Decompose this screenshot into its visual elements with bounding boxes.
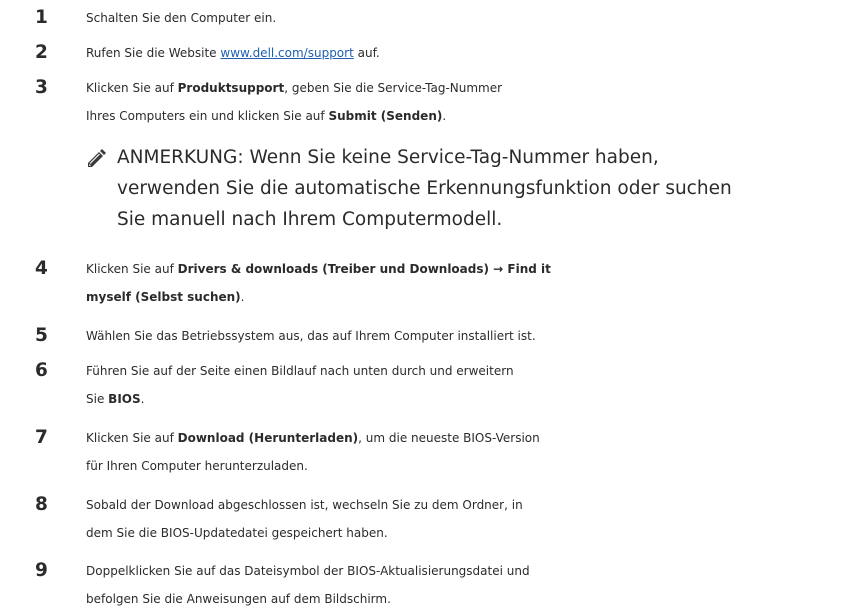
note-text: ANMERKUNG: Wenn Sie keine Service-Tag-Nu… [117, 142, 732, 235]
step-number: 3 [35, 77, 48, 98]
step-number: 8 [35, 494, 48, 515]
text-segment: Wenn Sie keine Service-Tag-Nummer haben, [249, 147, 659, 168]
step-number: 4 [35, 258, 48, 279]
step-text: Führen Sie auf der Seite einen Bildlauf … [86, 357, 864, 413]
note-line-3: Sie manuell nach Ihrem Computermodell. [117, 209, 503, 230]
text-segment: , geben Sie die Service-Tag-Nummer [284, 81, 503, 95]
step-text-line-1: Sobald der Download abgeschlossen ist, w… [86, 498, 523, 512]
bold-term: BIOS [108, 392, 141, 406]
step-text-before-link: Rufen Sie die Website [86, 46, 217, 60]
text-segment: Klicken Sie auf [86, 81, 174, 95]
bold-term: Submit (Senden) [328, 109, 443, 123]
step-text-line-2: Ihres Computers ein und klicken Sie auf … [86, 102, 864, 130]
step-text-line: Wählen Sie das Betriebssystem aus, das a… [86, 329, 536, 343]
step-text: Rufen Sie die Website www.dell.com/suppo… [86, 39, 864, 67]
bold-term: Drivers & downloads (Treiber und Downloa… [177, 262, 551, 276]
step-text-after-link: auf. [357, 46, 380, 60]
pencil-note-icon [86, 148, 107, 169]
step-text-line-2: dem Sie die BIOS-Updatedatei gespeichert… [86, 526, 388, 540]
text-segment: Sie [86, 392, 105, 406]
text-segment: . [140, 392, 145, 406]
step-text: Doppelklicken Sie auf das Dateisymbol de… [86, 557, 864, 613]
bold-term: myself (Selbst suchen) [86, 290, 241, 304]
step-text-line-1: Doppelklicken Sie auf das Dateisymbol de… [86, 564, 530, 578]
bios-update-instructions: 1 Schalten Sie den Computer ein. 2 Rufen… [0, 0, 864, 609]
step-text: Schalten Sie den Computer ein. [86, 4, 864, 32]
text-segment: . [442, 109, 447, 123]
step-text-line-2: für Ihren Computer herunterzuladen. [86, 459, 308, 473]
note-line-1: ANMERKUNG: Wenn Sie keine Service-Tag-Nu… [117, 142, 732, 173]
text-segment: Klicken Sie auf [86, 431, 174, 445]
text-segment: Klicken Sie auf [86, 262, 174, 276]
step-text: Wählen Sie das Betriebssystem aus, das a… [86, 322, 864, 350]
step-text-line: Schalten Sie den Computer ein. [86, 11, 277, 25]
dell-support-link[interactable]: www.dell.com/support [220, 46, 353, 60]
step-number: 2 [35, 42, 48, 63]
step-text: Sobald der Download abgeschlossen ist, w… [86, 491, 864, 547]
step-text: Klicken Sie auf Drivers & downloads (Tre… [86, 255, 864, 311]
step-text-line-2: myself (Selbst suchen). [86, 283, 864, 311]
step-number: 6 [35, 360, 48, 381]
step-text: Klicken Sie auf Download (Herunterladen)… [86, 424, 864, 480]
note-line-2: verwenden Sie die automatische Erkennung… [117, 178, 732, 199]
step-text-line-1: Klicken Sie auf Drivers & downloads (Tre… [86, 255, 864, 283]
step-text: Klicken Sie auf Produktsupport, geben Si… [86, 74, 864, 130]
step-number: 9 [35, 560, 48, 581]
step-number: 5 [35, 325, 48, 346]
text-segment: . [240, 290, 245, 304]
text-segment: Ihres Computers ein und klicken Sie auf [86, 109, 325, 123]
step-text-line-1: Klicken Sie auf Produktsupport, geben Si… [86, 74, 864, 102]
step-text-line-1: Klicken Sie auf Download (Herunterladen)… [86, 424, 864, 452]
step-text-line-1: Führen Sie auf der Seite einen Bildlauf … [86, 364, 514, 378]
bold-term: Produktsupport [177, 81, 285, 95]
note-label: ANMERKUNG: [117, 147, 244, 168]
step-number: 1 [35, 7, 48, 28]
step-text-line-2: Sie BIOS. [86, 385, 864, 413]
bold-term: Download (Herunterladen) [177, 431, 359, 445]
text-segment: , um die neueste BIOS-Version [358, 431, 540, 445]
step-number: 7 [35, 427, 48, 448]
